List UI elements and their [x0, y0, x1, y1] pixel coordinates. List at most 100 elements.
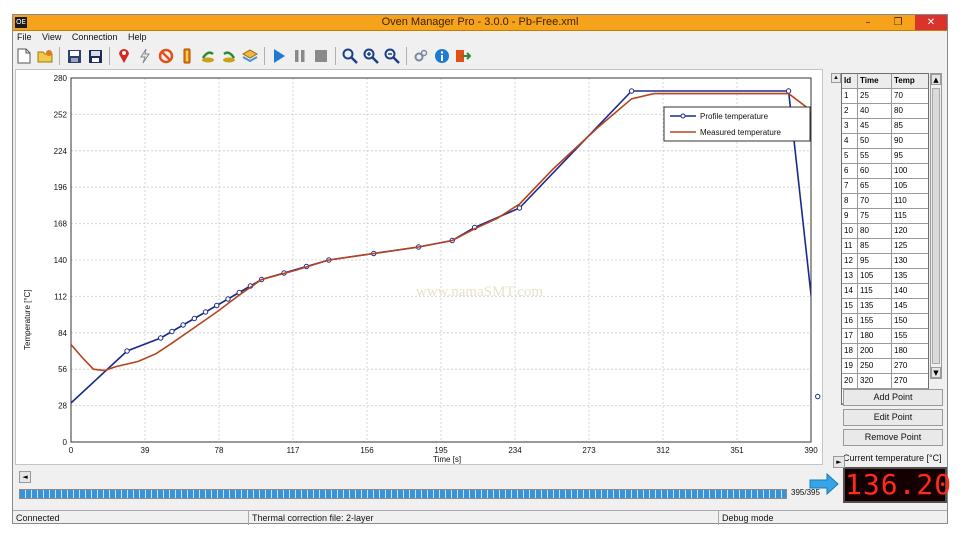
remove-point-button[interactable]: Remove Point [843, 429, 943, 446]
table-row[interactable]: 9 75 115 [842, 209, 928, 224]
cell-time: 25 [858, 89, 892, 103]
title-bar[interactable]: OE Oven Manager Pro - 3.0.0 - Pb-Free.xm… [13, 15, 947, 31]
zoom-fit-icon[interactable] [341, 47, 359, 65]
scroll-thumb[interactable] [932, 88, 940, 364]
cell-id: 4 [842, 134, 858, 148]
app-window: OE Oven Manager Pro - 3.0.0 - Pb-Free.xm… [12, 14, 951, 525]
cell-time: 65 [858, 179, 892, 193]
cell-temp: 95 [894, 151, 903, 160]
scroll-down-icon[interactable]: ▼ [931, 367, 941, 378]
cell-temp: 115 [894, 211, 907, 220]
toolbar-separator [335, 47, 336, 65]
table-row[interactable]: 16 155 150 [842, 314, 928, 329]
chart-scroll-left-icon[interactable]: ◄ [19, 471, 31, 483]
cell-id: 16 [842, 314, 858, 328]
cell-id: 1 [842, 89, 858, 103]
window-title: Oven Manager Pro - 3.0.0 - Pb-Free.xml [381, 16, 579, 28]
profile-point-marker [785, 88, 792, 94]
table-row[interactable]: 3 45 85 [842, 119, 928, 134]
table-row[interactable]: 20 320 270 [842, 374, 928, 389]
exit-icon[interactable] [454, 47, 472, 65]
toolbar-separator [59, 47, 60, 65]
table-row[interactable]: 4 50 90 [842, 134, 928, 149]
zoom-out-icon[interactable] [383, 47, 401, 65]
x-tick-label: 117 [287, 446, 300, 455]
location-pin-icon[interactable] [115, 47, 133, 65]
table-row[interactable]: 7 65 105 [842, 179, 928, 194]
cell-id: 6 [842, 164, 858, 178]
cell-id: 2 [842, 104, 858, 118]
cell-time: 45 [858, 119, 892, 133]
save-icon[interactable] [65, 47, 83, 65]
lightning-icon[interactable] [136, 47, 154, 65]
play-icon[interactable] [270, 47, 288, 65]
cell-id: 20 [842, 374, 858, 388]
layers-icon[interactable] [241, 47, 259, 65]
menu-file[interactable]: File [13, 31, 36, 44]
current-temperature-label: Current temperature [°C] [843, 453, 942, 463]
cell-id: 5 [842, 149, 858, 163]
x-tick-label: 39 [141, 446, 150, 455]
table-row[interactable]: 10 80 120 [842, 224, 928, 239]
cell-id: 15 [842, 299, 858, 313]
pause-icon[interactable] [291, 47, 309, 65]
table-row[interactable]: 19 250 270 [842, 359, 928, 374]
status-bar: Connected Thermal correction file: 2-lay… [13, 510, 947, 525]
cell-time: 55 [858, 149, 892, 163]
panel-collapse-button[interactable]: ▲ [831, 73, 841, 83]
toolbar [15, 45, 715, 67]
y-tick-label: 0 [63, 438, 68, 447]
info-icon[interactable] [433, 47, 451, 65]
cell-time: 200 [858, 344, 892, 358]
table-row[interactable]: 18 200 180 [842, 344, 928, 359]
table-row[interactable]: 2 40 80 [842, 104, 928, 119]
table-row[interactable]: 8 70 110 [842, 194, 928, 209]
table-row[interactable]: 14 115 140 [842, 284, 928, 299]
open-folder-icon[interactable] [36, 47, 54, 65]
table-row[interactable]: 1 25 70 [842, 89, 928, 104]
status-connection: Connected [13, 511, 249, 525]
table-header-row: Id Time Temp [842, 74, 928, 89]
edit-point-button[interactable]: Edit Point [843, 409, 943, 426]
save-as-icon[interactable] [86, 47, 104, 65]
table-row[interactable]: 5 55 95 [842, 149, 928, 164]
table-row[interactable]: 12 95 130 [842, 254, 928, 269]
ramp-down-icon[interactable] [220, 47, 238, 65]
settings-icon[interactable] [412, 47, 430, 65]
table-row[interactable]: 15 135 145 [842, 299, 928, 314]
y-tick-label: 196 [54, 183, 68, 192]
stop-sign-icon[interactable] [157, 47, 175, 65]
stop-icon[interactable] [312, 47, 330, 65]
chart-panel[interactable]: www.namaSMT.com 0 28 56 84 112 140 168 196 224 25… [15, 69, 823, 465]
table-row[interactable]: 11 85 125 [842, 239, 928, 254]
new-file-icon[interactable] [15, 47, 33, 65]
table-scrollbar[interactable]: ▲ ▼ [930, 73, 942, 379]
menu-help[interactable]: Help [124, 31, 151, 44]
close-button[interactable]: ✕ [915, 15, 947, 30]
x-tick-label: 273 [582, 446, 596, 455]
table-row[interactable]: 13 105 135 [842, 269, 928, 284]
chart-scroll-right-icon[interactable]: ► [833, 456, 845, 468]
maximize-button[interactable]: ❐ [885, 15, 911, 30]
menu-bar: File View Connection Help [13, 31, 947, 44]
cell-time: 135 [858, 299, 892, 313]
profile-point-marker [157, 335, 164, 341]
y-tick-label: 168 [54, 220, 68, 229]
ramp-up-icon[interactable] [199, 47, 217, 65]
cell-time: 85 [858, 239, 892, 253]
thermometer-icon[interactable] [178, 47, 196, 65]
x-tick-label: 78 [215, 446, 224, 455]
minimize-button[interactable]: – [855, 15, 881, 30]
y-tick-label: 56 [58, 365, 67, 374]
add-point-button[interactable]: Add Point [843, 389, 943, 406]
menu-connection[interactable]: Connection [68, 31, 122, 44]
temperature-chart[interactable]: www.namaSMT.com 0 28 56 84 112 140 168 196 224 25… [16, 70, 824, 466]
table-row[interactable]: 17 180 155 [842, 329, 928, 344]
zoom-in-icon[interactable] [362, 47, 380, 65]
table-row[interactable]: 6 60 100 [842, 164, 928, 179]
y-tick-label: 280 [54, 74, 68, 83]
menu-view[interactable]: View [38, 31, 65, 44]
y-tick-label: 224 [54, 147, 68, 156]
x-tick-label: 351 [730, 446, 744, 455]
scroll-up-icon[interactable]: ▲ [931, 74, 941, 85]
